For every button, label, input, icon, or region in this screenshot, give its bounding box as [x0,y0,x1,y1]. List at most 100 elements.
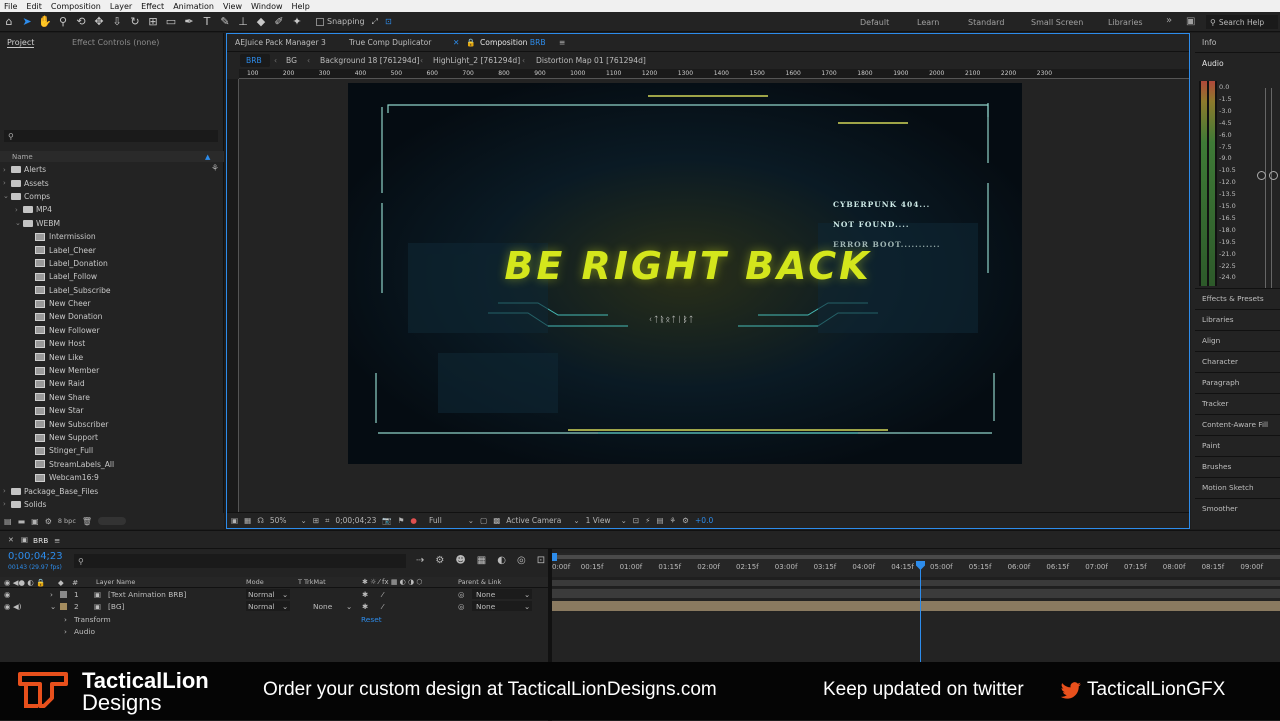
panel-character[interactable]: Character [1202,357,1238,366]
menu-item-animation[interactable]: Animation [173,2,214,11]
panel-menu-icon[interactable]: ≡ [54,536,60,545]
home-icon[interactable]: ⌂ [0,13,18,31]
folder-item[interactable]: › Package_Base_Files [0,484,224,497]
camera-select[interactable]: Active Camera ⌄ [506,516,579,525]
layer-bar-bg[interactable] [552,601,1280,611]
breadcrumb-bg[interactable]: BG [286,56,297,65]
comp-item[interactable]: New Follower [0,324,224,337]
chart-editor-icon[interactable]: ⊡ [537,555,545,566]
comp-item[interactable]: New Support [0,431,224,444]
orbit-tool-icon[interactable]: ⟲ [72,13,90,31]
trkmat-value[interactable]: None [313,602,332,611]
trkmat-header[interactable]: T TrkMat [298,578,326,586]
tab-composition[interactable]: Composition BRB [480,38,546,47]
chevron-right-icon[interactable]: ⌄ [50,602,56,611]
current-time-display[interactable]: 0;00;04;23 [8,551,63,562]
resolution-select[interactable]: Full ⌄ [429,516,474,525]
menu-item-composition[interactable]: Composition [51,2,101,11]
comp-item[interactable]: New Like [0,350,224,363]
layer-bar-text-animation[interactable] [552,589,1280,598]
menu-item-layer[interactable]: Layer [110,2,132,11]
breadcrumb-highlight[interactable]: HighLight_2 [761294d] [433,56,520,65]
audio-slider-track[interactable] [1271,88,1272,288]
quality-switch-icon[interactable]: ⁄ [382,590,383,599]
show-snapshot-icon[interactable]: ⚑ [398,516,405,525]
panel-libraries[interactable]: Libraries [1202,315,1234,324]
workspace-default[interactable]: Default [860,18,889,27]
close-tab-icon[interactable]: ✕ [8,536,14,544]
workspace-learn[interactable]: Learn [917,18,939,27]
always-preview-icon[interactable]: ▣ [231,516,238,525]
collapse-switch-icon[interactable]: ✱ [362,602,368,611]
info-panel-tab[interactable]: Info [1202,38,1216,47]
num-header[interactable]: # [72,578,78,587]
menu-item-view[interactable]: View [223,2,242,11]
magnification-select[interactable]: 50% ⌄ [270,516,307,525]
frame-blending-icon[interactable]: ▦ [477,555,486,566]
menu-item-effect[interactable]: Effect [141,2,164,11]
region-of-interest-icon[interactable]: ▢ [480,516,487,525]
search-help-field[interactable]: ⚲ Search Help [1206,15,1278,29]
clone-stamp-icon[interactable]: ⊥ [234,13,252,31]
dolly-tool-icon[interactable]: ⇩ [108,13,126,31]
chevron-right-icon[interactable]: › [3,166,11,174]
layer-name[interactable]: [BG] [108,602,124,611]
label-color-swatch[interactable] [60,591,67,598]
chevron-right-icon[interactable]: › [3,500,11,508]
audio-slider-handle[interactable] [1269,171,1278,180]
comp-item[interactable]: Intermission [0,230,224,243]
breadcrumb-brb[interactable]: BRB [246,56,262,65]
quality-switch-icon[interactable]: ⁄ [382,602,383,611]
audio-property[interactable]: Audio [74,627,95,636]
mode-header[interactable]: Mode [246,578,264,586]
bpc-label[interactable]: 8 bpc [58,517,76,525]
timeline-tab-brb[interactable]: BRB [33,536,48,545]
twitter-handle[interactable]: TacticalLionGFX [1087,679,1225,701]
chevron-right-icon[interactable]: › [64,615,67,624]
snap-grid-icon[interactable]: ⊡ [385,17,392,26]
label-color-swatch[interactable] [60,603,67,610]
exposure-icon[interactable]: ⚙ [682,516,689,525]
tab-project[interactable]: Project [7,38,35,48]
breadcrumb-distortion-map[interactable]: Distortion Map 01 [761294d] [536,56,646,65]
hand-tool-icon[interactable]: ✋ [36,13,54,31]
transform-property[interactable]: Transform [74,615,111,624]
workspace-standard[interactable]: Standard [968,18,1004,27]
chevron-down-icon[interactable]: ⌄ [3,192,11,200]
panel-paint[interactable]: Paint [1202,441,1220,450]
tab-true-comp-duplicator[interactable]: True Comp Duplicator [349,38,431,47]
av-features-icon[interactable]: ◉ ◀● ◐ 🔒 [4,578,45,587]
flowchart-icon[interactable]: ⚘ [670,516,677,525]
menu-item-file[interactable]: File [4,2,17,11]
zoom-tool-icon[interactable]: ⚲ [54,13,72,31]
column-name-label[interactable]: Name [12,153,33,161]
layer-row[interactable]: ◉ ◀) ⌄ 2 ▣ [BG] Normal ⌄ None ⌄ ✱ ⁄ ◎ None ⌄ [0,600,548,612]
chevron-right-icon[interactable]: › [50,590,53,599]
new-comp-icon[interactable]: ▣ [31,517,39,526]
panel-menu-icon[interactable]: ≡ [559,38,565,47]
pen-tool-icon[interactable]: ✒ [180,13,198,31]
comp-item[interactable]: Webcam16:9 [0,471,224,484]
timeline-search-input[interactable]: ⚲ [74,554,406,568]
comp-mini-flowchart-icon[interactable]: ⇢ [416,555,424,566]
layer-name[interactable]: [Text Animation BRB] [108,590,186,599]
project-search-input[interactable]: ⚲ [4,130,218,142]
panel-effects-presets[interactable]: Effects & Presets [1202,294,1264,303]
comp-item[interactable]: Label_Follow [0,270,224,283]
comp-item[interactable]: StreamLabels_All [0,458,224,471]
snap-options-icon[interactable]: ⤢ [372,17,378,27]
project-settings-icon[interactable]: ⚙ [45,517,52,526]
folder-item[interactable]: ⌄ WEBM [0,217,224,230]
menu-item-edit[interactable]: Edit [26,2,42,11]
menu-item-window[interactable]: Window [251,2,283,11]
comp-item[interactable]: New Host [0,337,224,350]
parent-pickwhip-icon[interactable]: ◎ [458,602,464,611]
brush-tool-icon[interactable]: ✎ [216,13,234,31]
comp-item[interactable]: New Raid [0,377,224,390]
comp-item[interactable]: New Share [0,391,224,404]
panel-motion-sketch[interactable]: Motion Sketch [1202,483,1254,492]
folder-item[interactable]: › Assets [0,176,224,189]
layout-icon[interactable]: ▦ [244,516,251,525]
eraser-icon[interactable]: ◆ [252,13,270,31]
views-select[interactable]: 1 View ⌄ [586,516,627,525]
